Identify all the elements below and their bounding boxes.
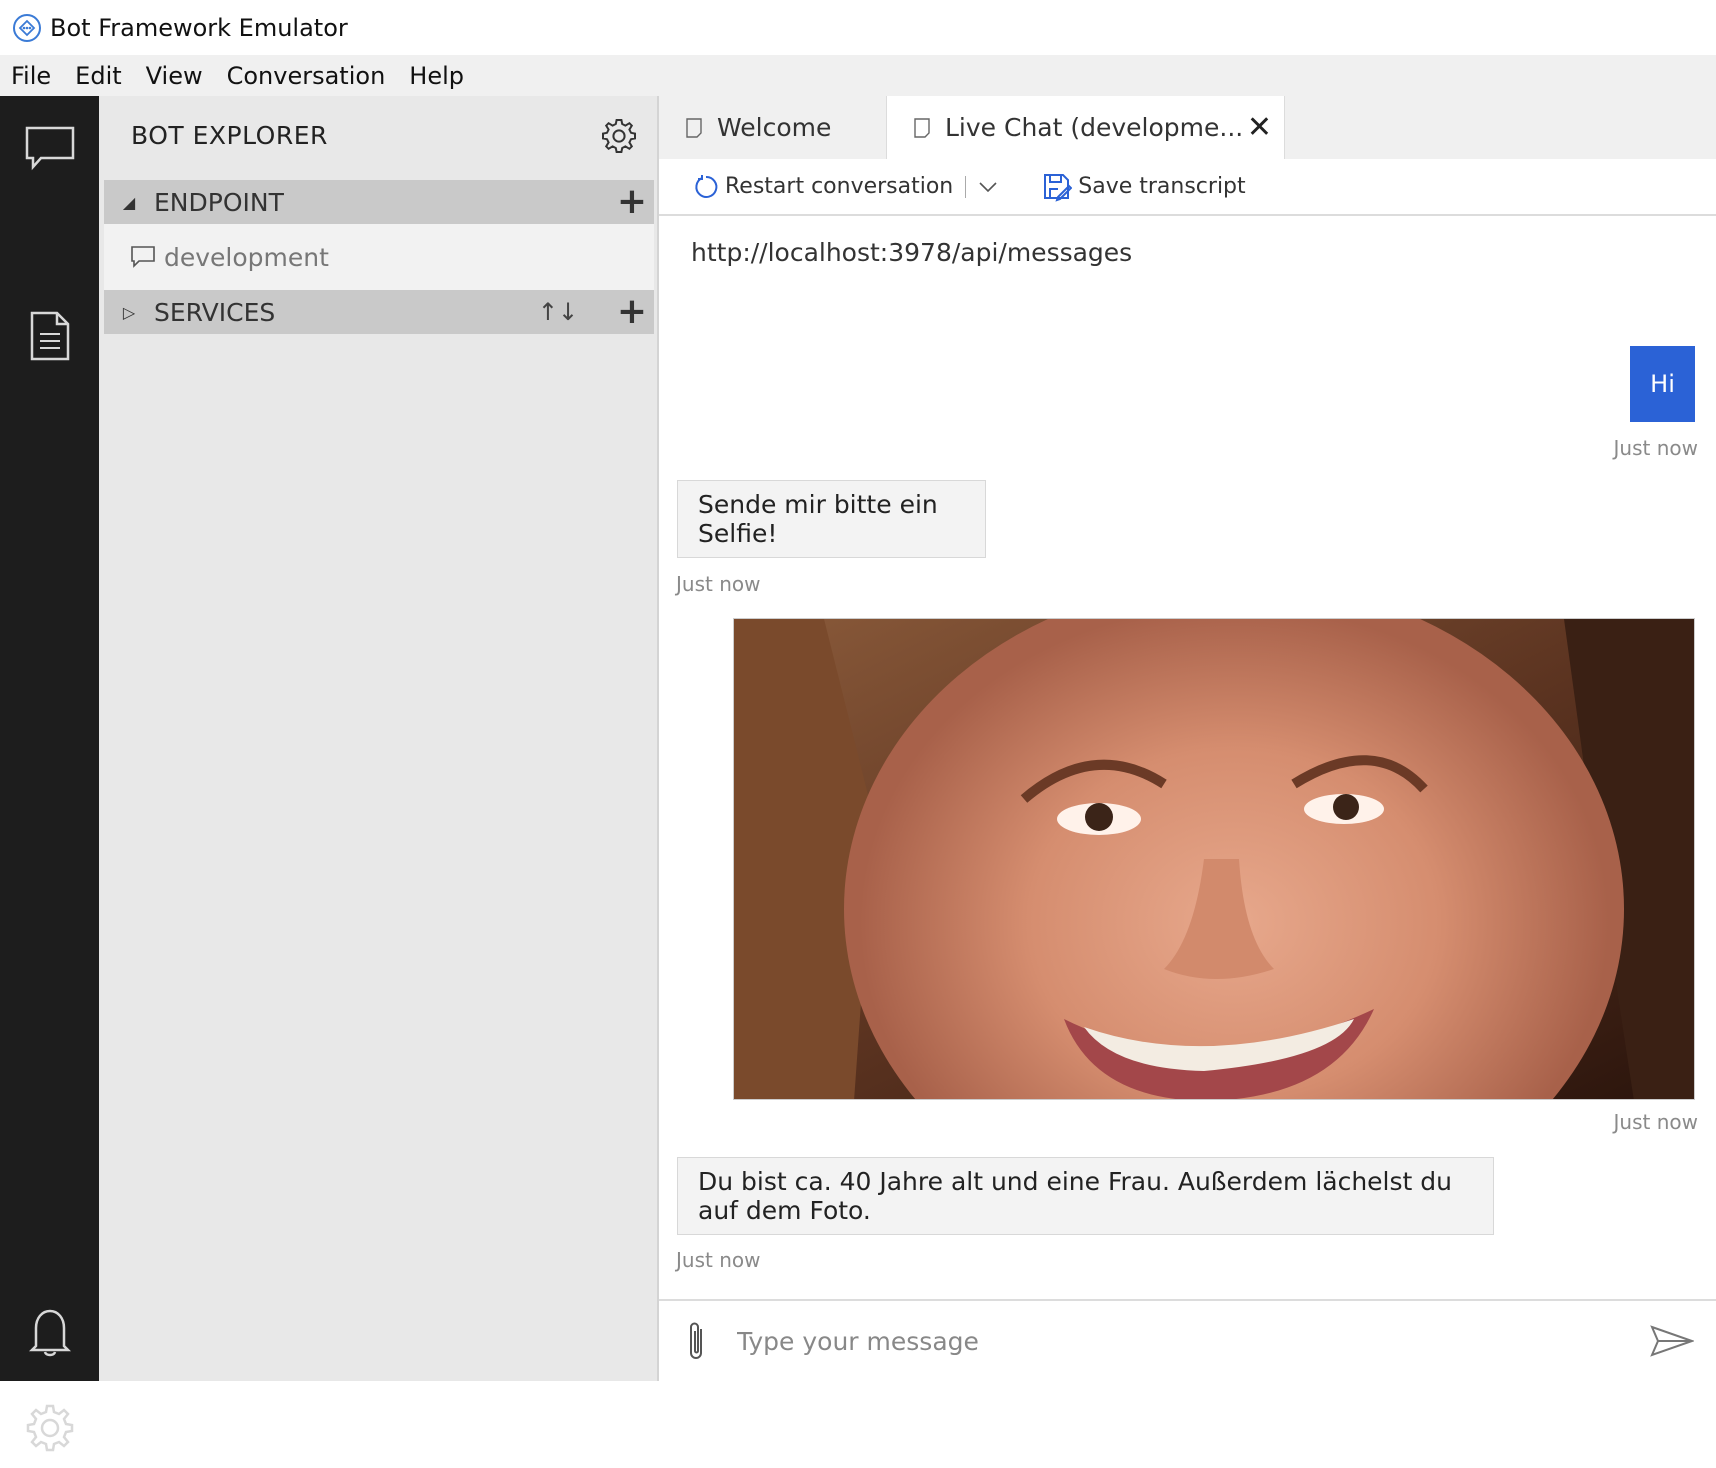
tab-strip: Welcome Live Chat (developme... ✕ xyxy=(659,96,1716,159)
bot-message-bubble: Sende mir bitte ein Selfie! xyxy=(677,480,986,558)
close-icon[interactable]: ✕ xyxy=(1247,110,1272,145)
menu-edit[interactable]: Edit xyxy=(63,62,133,90)
endpoint-item-label: development xyxy=(164,242,329,272)
message-input[interactable] xyxy=(737,1326,1640,1356)
services-section-header[interactable]: ▷ SERVICES ↑↓ + xyxy=(104,290,654,334)
menu-bar: File Edit View Conversation Help xyxy=(0,55,1716,96)
title-bar: Bot Framework Emulator xyxy=(0,0,1716,55)
selfie-image-attachment[interactable] xyxy=(733,618,1695,1100)
add-endpoint-button[interactable]: + xyxy=(610,184,654,220)
user-message-bubble: Hi xyxy=(1630,346,1695,422)
restart-conversation-button[interactable]: Restart conversation xyxy=(693,174,953,200)
endpoint-section-header[interactable]: ◢ ENDPOINT + xyxy=(104,180,654,224)
add-service-button[interactable]: + xyxy=(610,294,654,330)
paperclip-icon[interactable] xyxy=(685,1319,707,1363)
save-icon xyxy=(1044,173,1073,202)
activity-notifications-button[interactable] xyxy=(0,1292,99,1372)
window-title: Bot Framework Emulator xyxy=(50,13,348,42)
caret-right-icon: ▷ xyxy=(122,302,136,322)
gear-icon[interactable] xyxy=(599,116,639,156)
activity-transcript-button[interactable] xyxy=(0,296,99,376)
menu-conversation[interactable]: Conversation xyxy=(215,62,398,90)
gear-icon xyxy=(26,1404,73,1452)
explorer-empty-area xyxy=(104,334,654,1379)
chat-transcript: http://localhost:3978/api/messages Hi Ju… xyxy=(659,216,1716,1299)
sort-icon[interactable]: ↑↓ xyxy=(528,298,588,326)
save-transcript-button[interactable]: Save transcript xyxy=(1042,172,1246,202)
bot-message-text: Sende mir bitte ein Selfie! xyxy=(698,490,938,548)
bot-explorer-panel: BOT EXPLORER ◢ ENDPOINT + development ▷ … xyxy=(99,96,659,1381)
send-icon[interactable] xyxy=(1650,1325,1694,1357)
document-icon xyxy=(914,117,930,138)
message-input-bar xyxy=(659,1299,1716,1381)
portrait-photo xyxy=(734,619,1694,1099)
menu-view[interactable]: View xyxy=(134,62,215,90)
bell-icon xyxy=(28,1309,71,1357)
toolbar-separator xyxy=(965,175,967,198)
explorer-header: BOT EXPLORER xyxy=(99,96,659,176)
menu-help[interactable]: Help xyxy=(397,62,476,90)
message-timestamp: Just now xyxy=(676,1248,761,1272)
document-icon xyxy=(686,117,702,138)
conversation-toolbar: Restart conversation Save transcript xyxy=(659,159,1716,216)
tab-live-chat-label: Live Chat (developme... xyxy=(945,113,1244,142)
chat-icon xyxy=(131,246,155,268)
emulator-logo-icon xyxy=(13,13,41,42)
message-timestamp: Just now xyxy=(1613,436,1698,460)
menu-file[interactable]: File xyxy=(0,62,63,90)
chat-icon xyxy=(25,126,74,171)
activity-chat-button[interactable] xyxy=(0,108,99,188)
message-timestamp: Just now xyxy=(1613,1110,1698,1134)
activity-settings-button[interactable] xyxy=(0,1388,99,1468)
message-timestamp: Just now xyxy=(676,572,761,596)
endpoint-item-development[interactable]: development xyxy=(104,224,654,290)
document-icon xyxy=(30,311,69,361)
tab-live-chat[interactable]: Live Chat (developme... ✕ xyxy=(887,96,1285,159)
refresh-icon xyxy=(695,174,718,198)
save-transcript-label: Save transcript xyxy=(1078,174,1246,199)
restart-conversation-label: Restart conversation xyxy=(725,174,954,199)
bot-message-bubble: Du bist ca. 40 Jahre alt und eine Frau. … xyxy=(677,1157,1494,1235)
chevron-down-icon[interactable] xyxy=(978,180,998,194)
endpoint-url: http://localhost:3978/api/messages xyxy=(691,238,1133,267)
endpoint-section-label: ENDPOINT xyxy=(154,187,284,217)
activity-bar xyxy=(0,96,99,1452)
caret-down-icon: ◢ xyxy=(122,192,136,212)
explorer-title: BOT EXPLORER xyxy=(131,121,328,150)
services-section-label: SERVICES xyxy=(154,297,276,327)
tab-welcome[interactable]: Welcome xyxy=(659,96,887,159)
bot-message-text: Du bist ca. 40 Jahre alt und eine Frau. … xyxy=(698,1167,1452,1225)
tab-welcome-label: Welcome xyxy=(717,113,832,142)
